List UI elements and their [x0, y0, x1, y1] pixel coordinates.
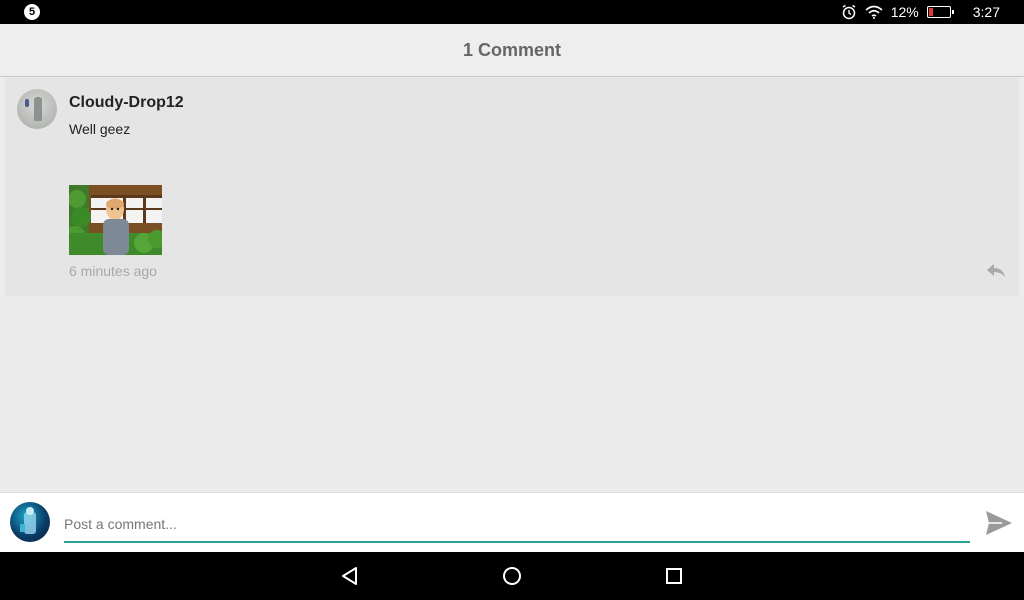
- clock: 3:27: [972, 4, 1000, 20]
- comment-composer: [0, 492, 1024, 552]
- current-user-avatar: [10, 502, 50, 542]
- comment-timestamp: 6 minutes ago: [69, 263, 157, 279]
- battery-icon: [926, 6, 954, 18]
- wifi-icon: [865, 5, 883, 19]
- app-bar: 1 Comment: [0, 24, 1024, 77]
- alarm-icon: [842, 4, 856, 20]
- comment-input[interactable]: [64, 507, 970, 543]
- status-icons: 12% 3:27: [841, 0, 1000, 24]
- comment-image[interactable]: [69, 185, 162, 255]
- page-title: 1 Comment: [462, 39, 561, 60]
- send-icon[interactable]: [984, 508, 1014, 538]
- avatar[interactable]: [17, 89, 57, 129]
- battery-percent: 12%: [890, 4, 919, 20]
- back-icon[interactable]: [338, 564, 362, 588]
- comment-item: Cloudy-Drop12 Well geez 6 minutes ago: [5, 78, 1019, 296]
- navigation-bar: [0, 552, 1024, 600]
- reply-icon[interactable]: [985, 261, 1007, 279]
- status-bar: 5 12% 3:27: [0, 0, 1024, 24]
- notification-count-badge: 5: [24, 4, 40, 20]
- home-icon[interactable]: [500, 564, 524, 588]
- comment-username[interactable]: Cloudy-Drop12: [69, 94, 184, 112]
- comment-text: Well geez: [69, 121, 131, 137]
- recents-icon[interactable]: [662, 564, 686, 588]
